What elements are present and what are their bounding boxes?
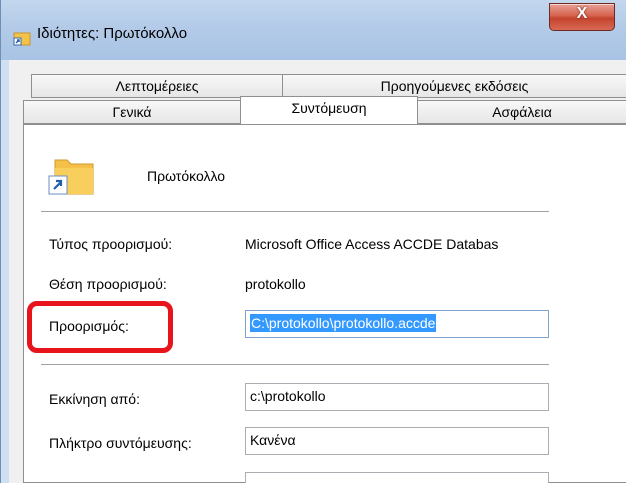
shortcut-key-input[interactable]: Κανένα	[245, 427, 549, 455]
tab-label: Γενικά	[112, 104, 152, 120]
close-icon: X	[576, 5, 588, 22]
tab-shortcut[interactable]: Συντόμευση	[240, 96, 418, 124]
screen: Ιδιότητες: Πρωτόκολλο X Λεπτομέρειες Προ…	[0, 0, 626, 483]
start-in-input[interactable]: c:\protokollo	[245, 383, 549, 411]
close-button[interactable]: X	[549, 3, 615, 31]
start-in-label: Εκκίνηση από:	[49, 391, 140, 407]
shortcut-folder-icon	[48, 159, 94, 195]
target-type-label: Τύπος προορισμού:	[49, 236, 173, 252]
separator	[41, 364, 549, 365]
tab-security[interactable]: Ασφάλεια	[417, 100, 626, 124]
start-in-input-text: c:\protokollo	[250, 388, 326, 404]
tab-previous-versions[interactable]: Προηγούμενες εκδόσεις	[282, 74, 626, 98]
tab-label: Προηγούμενες εκδόσεις	[380, 78, 529, 94]
target-location-label: Θέση προορισμού:	[49, 276, 167, 292]
separator	[41, 211, 549, 212]
target-input-text: C:\protokollo\protokollo.accde	[250, 314, 437, 332]
window-title: Ιδιότητες: Πρωτόκολλο	[37, 25, 188, 42]
target-input[interactable]: C:\protokollo\protokollo.accde	[245, 310, 549, 338]
properties-window: Ιδιότητες: Πρωτόκολλο X Λεπτομέρειες Προ…	[0, 0, 626, 483]
annotation-highlight	[27, 301, 173, 353]
shortcut-key-label: Πλήκτρο συντόμευσης:	[49, 435, 192, 451]
run-select[interactable]	[245, 472, 549, 483]
shortcut-name: Πρωτόκολλο	[147, 168, 226, 184]
tab-general[interactable]: Γενικά	[23, 100, 241, 124]
title-bar[interactable]: Ιδιότητες: Πρωτόκολλο X	[1, 0, 626, 60]
shortcut-folder-icon	[13, 32, 31, 46]
target-location-value: protokollo	[245, 276, 306, 292]
shortcut-key-input-text: Κανένα	[250, 432, 296, 448]
tab-label: Ασφάλεια	[492, 104, 552, 120]
tab-label: Λεπτομέρειες	[115, 78, 199, 94]
tab-details[interactable]: Λεπτομέρειες	[31, 74, 283, 98]
tab-label: Συντόμευση	[291, 100, 367, 116]
target-type-value: Microsoft Office Access ACCDE Databas	[245, 236, 499, 252]
